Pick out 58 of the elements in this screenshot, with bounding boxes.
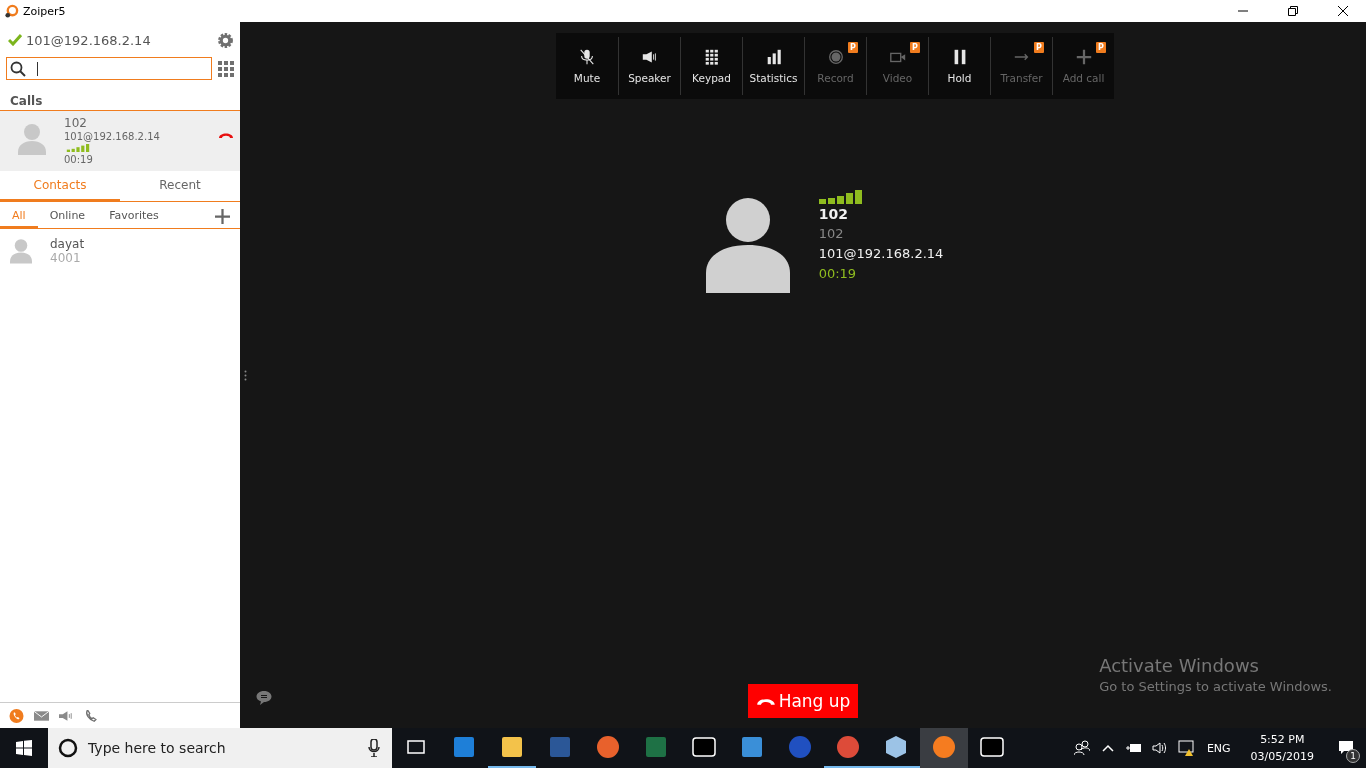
search-icon — [10, 61, 26, 77]
people-icon[interactable] — [1073, 740, 1090, 756]
caller-name: 102 — [818, 205, 849, 224]
signal-icon — [64, 144, 92, 152]
mail-icon[interactable] — [34, 708, 49, 723]
restore-icon[interactable] — [1288, 6, 1298, 16]
activation-title: Activate Windows — [1099, 655, 1260, 676]
avatar-icon — [10, 238, 32, 264]
call-address: 101@192.168.2.14 — [64, 130, 161, 143]
chat-icon[interactable] — [256, 690, 272, 706]
app-logo-icon — [4, 3, 19, 19]
toolbar-button[interactable]: Statistics — [742, 37, 804, 95]
resize-handle[interactable] — [244, 370, 247, 381]
clock-time[interactable]: 5:52 PM — [1260, 731, 1305, 748]
account-address: 101@192.168.2.14 — [26, 32, 151, 48]
premium-badge: P — [1096, 42, 1106, 53]
toolbar-button[interactable]: Keypad — [680, 37, 742, 95]
language-indicator[interactable]: ENG — [1206, 741, 1231, 755]
circle-icon — [58, 738, 78, 758]
phone-settings-icon[interactable] — [84, 708, 99, 723]
hang-up-icon — [755, 696, 776, 706]
close-icon[interactable] — [1338, 6, 1348, 16]
toolbar-button[interactable]: Mute — [556, 37, 618, 95]
clock-date[interactable]: 03/05/2019 — [1250, 748, 1314, 765]
dialpad-icon[interactable] — [218, 60, 234, 77]
caller-account: 101@192.168.2.14 — [818, 245, 944, 263]
hang-up-button[interactable]: Hang up — [747, 684, 859, 718]
call-duration: 00:19 — [64, 153, 94, 166]
avatar-icon — [705, 197, 790, 293]
start-icon[interactable] — [16, 740, 32, 756]
call-duration: 00:19 — [818, 265, 858, 283]
toolbar-icon — [1074, 48, 1093, 66]
window-title: Zoiper5 — [23, 4, 66, 18]
toolbar-icon — [826, 48, 845, 66]
caller-number: 102 — [818, 225, 845, 243]
toolbar-icon — [578, 48, 596, 66]
call-item[interactable]: 102 101@192.168.2.14 00:19 — [0, 111, 240, 171]
toolbar-button[interactable]: Speaker — [618, 37, 680, 95]
premium-badge: P — [1034, 42, 1044, 53]
taskbar-search-field[interactable]: Type here to search — [48, 728, 392, 768]
contact-number: 4001 — [50, 251, 82, 265]
notification-button[interactable]: 1 — [1326, 728, 1366, 768]
premium-badge: P — [848, 42, 858, 53]
settings-icon[interactable] — [217, 31, 234, 49]
signal-icon — [818, 190, 865, 204]
activation-message: Go to Settings to activate Windows. — [1099, 679, 1332, 694]
toolbar-button[interactable]: Hold — [928, 37, 990, 95]
search-field[interactable] — [6, 57, 212, 80]
contact-name[interactable]: dayat — [50, 237, 234, 251]
call-name: 102 — [64, 117, 88, 130]
avatar-icon — [18, 123, 46, 155]
microphone-icon[interactable] — [368, 739, 380, 757]
add-icon[interactable] — [215, 208, 230, 224]
hang-up-icon[interactable] — [218, 131, 234, 139]
premium-badge: P — [910, 42, 920, 53]
phone-icon[interactable] — [9, 708, 24, 723]
volume-icon[interactable] — [1151, 740, 1168, 756]
network-warning-icon[interactable] — [1177, 740, 1194, 756]
